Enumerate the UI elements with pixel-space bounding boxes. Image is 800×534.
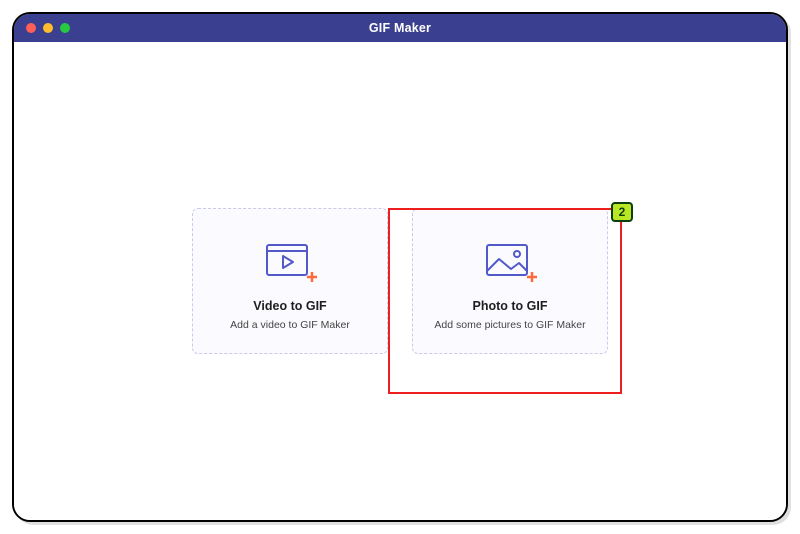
main-content: Video to GIF Add a video to GIF Maker Ph… <box>14 42 786 520</box>
video-plus-icon <box>261 233 319 293</box>
annotation-step-badge: 2 <box>611 202 633 222</box>
titlebar: GIF Maker <box>14 14 786 42</box>
card-title: Photo to GIF <box>473 299 548 313</box>
photo-plus-icon <box>481 233 539 293</box>
card-subtitle: Add some pictures to GIF Maker <box>434 319 585 331</box>
window-title: GIF Maker <box>14 21 786 35</box>
card-subtitle: Add a video to GIF Maker <box>230 319 350 331</box>
photo-to-gif-card[interactable]: Photo to GIF Add some pictures to GIF Ma… <box>412 208 608 354</box>
app-window: GIF Maker Video to GIF Add a video to GI… <box>12 12 788 522</box>
card-title: Video to GIF <box>253 299 326 313</box>
video-to-gif-card[interactable]: Video to GIF Add a video to GIF Maker <box>192 208 388 354</box>
